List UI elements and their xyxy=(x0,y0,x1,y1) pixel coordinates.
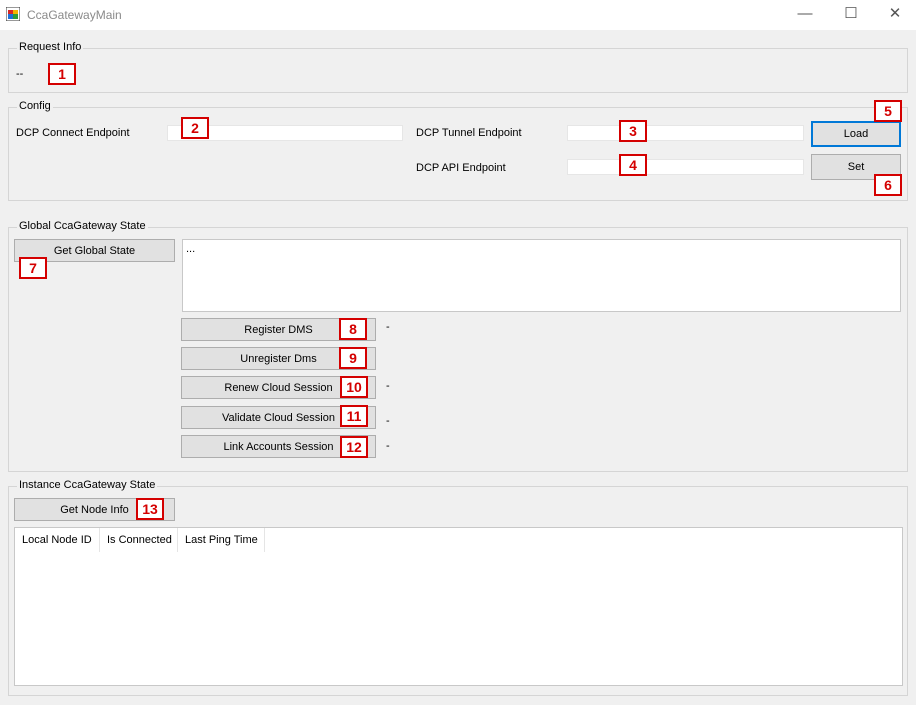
maximize-button[interactable]: ☐ xyxy=(828,0,874,30)
annotation-badge: 11 xyxy=(340,405,368,427)
column-header-local-node-id[interactable]: Local Node ID xyxy=(15,528,100,552)
api-endpoint-input[interactable] xyxy=(567,159,804,175)
column-header-is-connected[interactable]: Is Connected xyxy=(100,528,178,552)
config-group: Config DCP Connect Endpoint DCP Tunnel E… xyxy=(8,100,908,201)
api-endpoint-label: DCP API Endpoint xyxy=(416,162,506,174)
annotation-badge: 9 xyxy=(339,347,367,369)
minimize-icon: — xyxy=(797,5,813,22)
minimize-button[interactable]: — xyxy=(782,0,828,30)
annotation-badge: 3 xyxy=(619,120,647,142)
maximize-icon: ☐ xyxy=(844,5,858,22)
column-header-last-ping-time[interactable]: Last Ping Time xyxy=(178,528,265,552)
register-dms-result: - xyxy=(386,321,390,333)
request-info-group: Request Info -- xyxy=(8,41,908,93)
request-info-value: -- xyxy=(16,68,24,80)
annotation-badge: 12 xyxy=(340,436,368,458)
annotation-badge: 1 xyxy=(48,63,76,85)
annotation-badge: 6 xyxy=(874,174,902,196)
annotation-badge: 5 xyxy=(874,100,902,122)
renew-cloud-session-result: - xyxy=(386,380,390,392)
load-button[interactable]: Load xyxy=(811,121,901,147)
tunnel-endpoint-label: DCP Tunnel Endpoint xyxy=(416,127,522,139)
close-button[interactable]: ✕ xyxy=(872,0,916,30)
link-accounts-session-result: - xyxy=(386,440,390,452)
annotation-badge: 8 xyxy=(339,318,367,340)
title-bar: CcaGatewayMain — ☐ ✕ xyxy=(0,0,916,30)
app-icon xyxy=(6,7,20,21)
annotation-badge: 13 xyxy=(136,498,164,520)
close-icon: ✕ xyxy=(888,5,902,22)
global-state-output[interactable]: ... xyxy=(182,239,901,312)
global-state-group: Global CcaGateway State Get Global State… xyxy=(8,220,908,472)
annotation-badge: 4 xyxy=(619,154,647,176)
instance-state-legend: Instance CcaGateway State xyxy=(17,479,158,491)
annotation-badge: 10 xyxy=(340,376,368,398)
window-title: CcaGatewayMain xyxy=(27,8,122,22)
annotation-badge: 2 xyxy=(181,117,209,139)
tunnel-endpoint-input[interactable] xyxy=(567,125,804,141)
config-legend: Config xyxy=(17,100,53,112)
request-info-legend: Request Info xyxy=(17,41,84,53)
connect-endpoint-label: DCP Connect Endpoint xyxy=(16,127,130,139)
node-list[interactable]: Local Node ID Is Connected Last Ping Tim… xyxy=(14,527,903,686)
validate-cloud-session-result: - xyxy=(386,415,390,427)
annotation-badge: 7 xyxy=(19,257,47,279)
global-state-legend: Global CcaGateway State xyxy=(17,220,148,232)
